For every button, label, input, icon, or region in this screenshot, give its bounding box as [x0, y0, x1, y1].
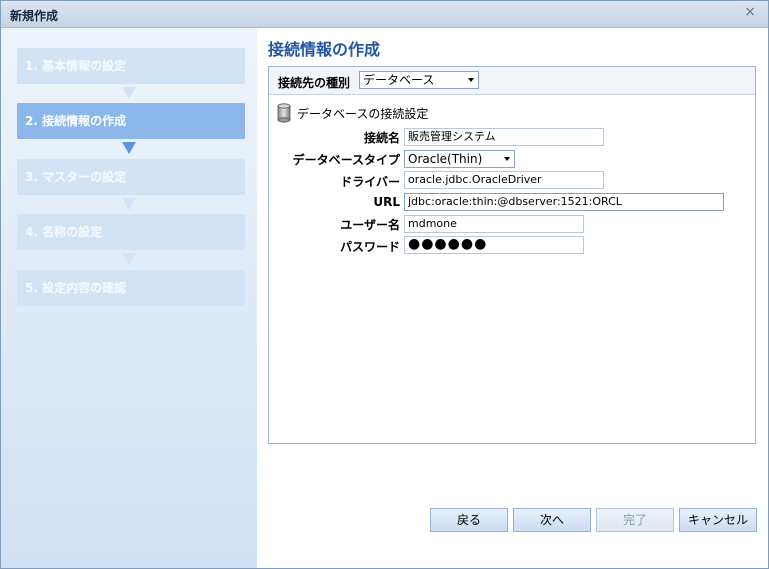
next-button[interactable]: 次へ — [513, 508, 591, 532]
cancel-button[interactable]: キャンセル — [679, 508, 757, 532]
username-label: ユーザー名 — [340, 218, 400, 232]
connection-type-value: データベース — [363, 73, 435, 87]
step-arrow-icon — [122, 198, 136, 210]
db-type-value: Oracle(Thin) — [408, 152, 483, 166]
chevron-down-icon — [504, 157, 510, 161]
step-master-settings: 3. マスターの設定 — [17, 159, 245, 195]
connection-name-label: 接続名 — [363, 131, 400, 145]
db-type-label: データベースタイプ — [292, 153, 400, 167]
step-arrow-icon — [122, 142, 136, 154]
close-icon[interactable]: × — [744, 3, 756, 21]
step-confirm: 5. 設定内容の確認 — [17, 270, 245, 306]
db-type-select[interactable]: Oracle(Thin) — [404, 150, 515, 168]
step-basic-info: 1. 基本情報の設定 — [17, 48, 245, 84]
url-label: URL — [373, 195, 400, 209]
url-field[interactable]: jdbc:oracle:thin:@dbserver:1521:ORCL — [404, 193, 724, 211]
database-icon — [277, 103, 291, 123]
driver-label: ドライバー — [340, 175, 400, 189]
connection-type-label: 接続先の種別 — [278, 76, 351, 90]
title-bar[interactable]: 新規作成 × — [1, 1, 768, 28]
step-arrow-icon — [122, 87, 136, 99]
username-field[interactable]: mdmone — [404, 215, 584, 233]
section-title: データベースの接続設定 — [297, 107, 429, 121]
password-label: パスワード — [339, 240, 400, 254]
page-title: 接続情報の作成 — [268, 40, 381, 59]
connection-settings-panel: 接続先の種別 データベース データベースの接続設定 接続名 販売管理システム デ… — [268, 66, 756, 444]
connection-type-bar: 接続先の種別 データベース — [269, 67, 755, 95]
new-connection-dialog: 新規作成 × 1. 基本情報の設定 2. 接続情報の作成 3. マスターの設定 … — [0, 0, 769, 569]
password-field[interactable]: ●●●●●● — [404, 236, 584, 254]
driver-field[interactable]: oracle.jdbc.OracleDriver — [404, 171, 604, 189]
step-name-settings: 4. 名称の設定 — [17, 214, 245, 250]
step-arrow-icon — [122, 253, 136, 265]
finish-button[interactable]: 完了 — [596, 508, 674, 532]
chevron-down-icon — [468, 78, 474, 82]
back-button[interactable]: 戻る — [430, 508, 508, 532]
window-title: 新規作成 — [10, 9, 59, 23]
connection-type-select[interactable]: データベース — [359, 71, 479, 89]
step-connection-info: 2. 接続情報の作成 — [17, 103, 245, 139]
wizard-steps-sidebar: 1. 基本情報の設定 2. 接続情報の作成 3. マスターの設定 4. 名称の設… — [1, 28, 257, 568]
connection-name-field[interactable]: 販売管理システム — [404, 128, 604, 146]
